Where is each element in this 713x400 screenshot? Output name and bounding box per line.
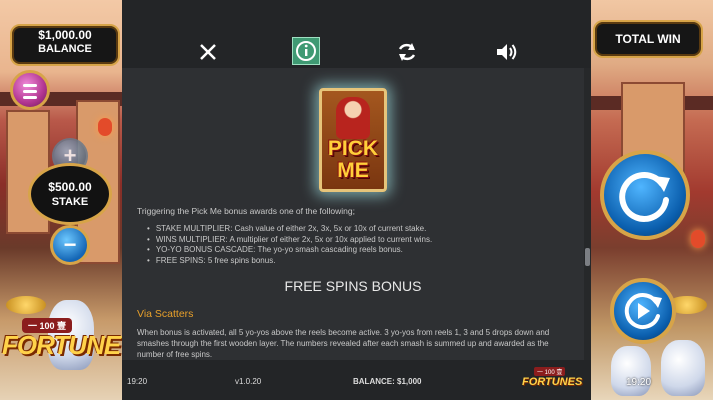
vase-decoration — [611, 346, 651, 396]
close-button[interactable] — [194, 38, 222, 66]
close-icon — [200, 44, 216, 60]
status-footer: 19:20 v1.0.20 BALANCE: $1,000 一 100 壹 FO… — [122, 360, 591, 400]
list-item: STAKE MULTIPLIER: Cash value of either 2… — [147, 224, 432, 235]
footer-time: 19:20 — [127, 377, 148, 386]
balance-label: BALANCE — [38, 43, 92, 55]
scrollbar-thumb[interactable] — [585, 248, 590, 266]
scrollbar[interactable] — [584, 68, 591, 360]
autoplay-icon — [624, 293, 662, 330]
info-content[interactable]: PICK ME Triggering the Pick Me bonus awa… — [122, 68, 584, 360]
spin-arrow-icon — [619, 172, 670, 222]
sound-icon — [497, 44, 517, 60]
pick-me-awards-list: STAKE MULTIPLIER: Cash value of either 2… — [147, 224, 432, 266]
footer-logo-word: FORTUNES — [522, 376, 583, 388]
pick-me-line1: PICK — [327, 137, 379, 160]
stake-label: STAKE — [51, 196, 89, 208]
stake-display: $500.00 STAKE — [28, 163, 112, 225]
pick-me-symbol: PICK ME — [319, 88, 387, 192]
pick-me-intro: Triggering the Pick Me bonus awards one … — [137, 206, 355, 216]
character-figure — [336, 97, 370, 139]
autoplay-button[interactable] — [610, 278, 676, 344]
game-logo-word: FORTUNE — [2, 330, 121, 360]
vase-decoration — [661, 340, 705, 396]
clock-display: 19:20 — [626, 377, 652, 388]
balance-amount: $1,000.00 — [38, 28, 92, 42]
info-tab-button[interactable] — [292, 37, 320, 65]
sound-button[interactable] — [492, 38, 520, 66]
list-item: YO-YO BONUS CASCADE: The yo-yo smash cas… — [147, 245, 432, 256]
lantern-decoration — [98, 118, 112, 136]
balance-display: $1,000.00 BALANCE — [10, 24, 120, 66]
total-win-display: TOTAL WIN — [593, 20, 703, 58]
stake-amount: $500.00 — [48, 180, 92, 194]
pick-me-line2: ME — [337, 159, 369, 182]
list-item: WINS MULTIPLIER: A multiplier of either … — [147, 235, 432, 246]
section-title: FREE SPINS BONUS — [284, 278, 422, 294]
footer-balance: BALANCE: $1,000 — [353, 377, 422, 386]
spin-button[interactable] — [600, 150, 690, 240]
menu-button[interactable] — [10, 70, 50, 110]
decrease-stake-button[interactable]: − — [50, 225, 90, 265]
hamburger-icon — [23, 84, 37, 102]
total-win-label: TOTAL WIN — [615, 32, 681, 46]
refresh-icon — [398, 43, 416, 61]
info-panel: PICK ME Triggering the Pick Me bonus awa… — [122, 0, 591, 400]
panel-toolbar — [122, 0, 591, 68]
sub-title: Via Scatters — [137, 308, 194, 320]
footer-logo-subtitle: 一 100 壹 — [534, 367, 566, 376]
list-item: FREE SPINS: 5 free spins bonus. — [147, 256, 432, 267]
info-icon — [296, 41, 316, 61]
footer-logo: 一 100 壹 FORTUNES — [520, 366, 583, 394]
minus-icon: − — [63, 232, 77, 257]
coins-decoration — [6, 296, 46, 314]
game-logo: 一 100 壹 FORTUNE — [0, 318, 124, 378]
refresh-button[interactable] — [393, 38, 421, 66]
version-label: v1.0.20 — [235, 377, 262, 386]
lantern-decoration — [691, 230, 705, 248]
free-spins-description: When bonus is activated, all 5 yo-yos ab… — [137, 328, 550, 359]
